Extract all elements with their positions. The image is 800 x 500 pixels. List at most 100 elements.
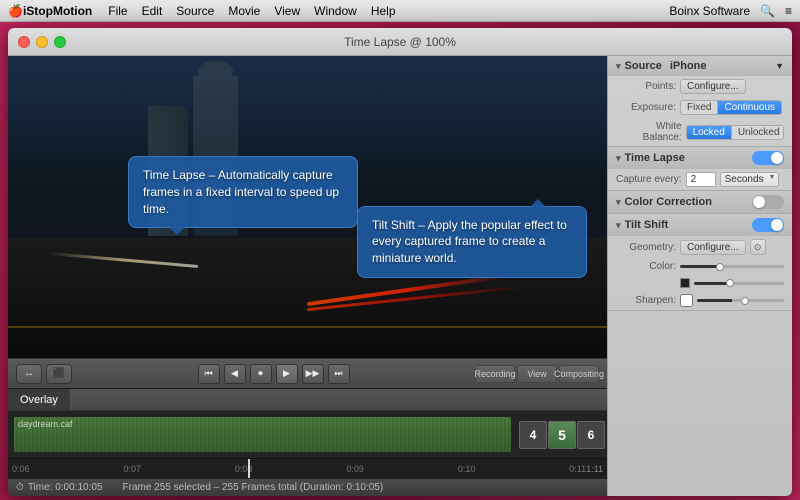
geometry-icon-btn[interactable]: ⊙ xyxy=(750,239,766,255)
playhead[interactable] xyxy=(248,459,250,478)
end-button[interactable]: ⏭ xyxy=(328,364,350,384)
search-icon[interactable]: 🔍 xyxy=(760,4,775,18)
tiltshift-switch[interactable] xyxy=(752,218,784,232)
maximize-button[interactable] xyxy=(54,36,66,48)
points-label: Points: xyxy=(616,81,676,92)
menu-window[interactable]: Window xyxy=(314,4,357,18)
forward-button[interactable]: ▶▶ xyxy=(302,364,324,384)
frame-5[interactable]: 5 xyxy=(548,421,576,449)
timelapse-switch[interactable] xyxy=(752,151,784,165)
view-tab-btn[interactable]: View xyxy=(517,365,557,383)
source-toggle[interactable]: ▾ xyxy=(616,61,621,72)
source-dropdown-icon[interactable]: ▼ xyxy=(775,61,784,71)
color-slider-2-container xyxy=(694,282,784,285)
color-row: Color: xyxy=(608,258,792,275)
menu-view[interactable]: View xyxy=(274,4,300,18)
tiltshift-tooltip: Tilt Shift – Apply the popular effect to… xyxy=(357,206,587,278)
menu-file[interactable]: File xyxy=(108,4,127,18)
capture-unit-dropdown[interactable]: Seconds xyxy=(720,172,779,187)
geometry-label: Geometry: xyxy=(616,242,676,253)
source-label: Source xyxy=(625,60,662,72)
toolbar-left: ↔ ⬛ xyxy=(16,364,72,384)
menu-movie[interactable]: Movie xyxy=(228,4,260,18)
wb-locked-btn[interactable]: Locked xyxy=(687,126,732,139)
video-toolbar: ↔ ⬛ ⏮ ◀ ⏺ ▶ ▶▶ ⏭ Recording View Composit… xyxy=(8,358,607,388)
minimize-button[interactable] xyxy=(36,36,48,48)
menu-right: Boinx Software 🔍 ≡ xyxy=(669,4,792,18)
colorcorrection-label: Color Correction xyxy=(625,196,712,208)
geometry-row: Geometry: Configure... ⊙ xyxy=(608,236,792,258)
whitebalance-row: White Balance: Locked Unlocked xyxy=(608,118,792,146)
road-line xyxy=(8,326,607,328)
timelapse-thumb xyxy=(771,152,783,164)
sharpen-checkbox[interactable] xyxy=(680,294,693,307)
points-row: Points: Configure... xyxy=(608,76,792,97)
close-button[interactable] xyxy=(18,36,30,48)
timelapse-toggle[interactable]: ▾ xyxy=(616,153,621,164)
left-panel: Time Lapse – Automatically capture frame… xyxy=(8,56,607,496)
menu-edit[interactable]: Edit xyxy=(142,4,163,18)
status-frame-info: Frame 255 selected – 255 Frames total (D… xyxy=(123,482,384,493)
title-bar: Time Lapse @ 100% xyxy=(8,28,792,56)
exposure-continuous-btn[interactable]: Continuous xyxy=(718,101,781,114)
capture-every-row: Capture every: Seconds xyxy=(608,169,792,190)
timelapse-header: ▾ Time Lapse xyxy=(608,147,792,169)
back-button[interactable]: ◀ xyxy=(224,364,246,384)
record-button[interactable]: ⏺ xyxy=(250,364,272,384)
color-slider-thumb xyxy=(716,263,724,271)
frame-btn[interactable]: ⬛ xyxy=(46,364,72,384)
configure-geometry-button[interactable]: Configure... xyxy=(680,240,746,255)
capture-value-input[interactable] xyxy=(686,172,716,187)
capture-every-label: Capture every: xyxy=(616,174,682,185)
timeline-tabs: Overlay xyxy=(8,389,607,411)
wb-unlocked-btn[interactable]: Unlocked xyxy=(732,126,784,139)
ruler-mark-4: 0:10 xyxy=(458,464,476,474)
menu-source[interactable]: Source xyxy=(176,4,214,18)
status-bar: ⏱ Time: 0:00:10:05 Frame 255 selected – … xyxy=(8,478,607,496)
overlay-tab[interactable]: Overlay xyxy=(8,389,71,410)
audio-track: daydream.caf xyxy=(14,417,511,452)
sharpen-slider[interactable] xyxy=(697,299,784,302)
compositing-tab-btn[interactable]: Compositing xyxy=(559,365,599,383)
menu-help[interactable]: Help xyxy=(371,4,396,18)
ruler-mark-1: 0:07 xyxy=(123,464,141,474)
menu-icon[interactable]: ≡ xyxy=(785,4,792,18)
frame-6[interactable]: 6 xyxy=(577,421,605,449)
source-device-label: iPhone xyxy=(670,60,707,72)
ruler-mark-3: 0:09 xyxy=(346,464,364,474)
track-label: daydream.caf xyxy=(18,419,73,429)
colorcorrection-thumb xyxy=(753,196,765,208)
apple-menu[interactable]: 🍎 xyxy=(8,4,23,18)
scroll-btn[interactable]: ↔ xyxy=(16,364,42,384)
exposure-segcontrol: Fixed Continuous xyxy=(680,100,782,115)
color-slider-2[interactable] xyxy=(694,282,784,285)
swatch-dark[interactable] xyxy=(680,278,690,288)
frame-4[interactable]: 4 xyxy=(519,421,547,449)
colorcorrection-section: ▾ Color Correction xyxy=(608,191,792,214)
colorcorrection-toggle[interactable]: ▾ xyxy=(616,197,621,208)
play-button[interactable]: ▶ xyxy=(276,364,298,384)
toolbar-center: ⏮ ◀ ⏺ ▶ ▶▶ ⏭ xyxy=(198,364,350,384)
exposure-fixed-btn[interactable]: Fixed xyxy=(681,101,718,114)
configure-points-button[interactable]: Configure... xyxy=(680,79,746,94)
tiltshift-thumb xyxy=(771,219,783,231)
tiltshift-toggle[interactable]: ▾ xyxy=(616,220,621,231)
menu-items: File Edit Source Movie View Window Help xyxy=(108,4,669,18)
rewind-button[interactable]: ⏮ xyxy=(198,364,220,384)
timeline-ruler: 0:06 0:07 0:08 0:09 0:10 0:11 1:11 xyxy=(8,458,607,478)
color-slider-container xyxy=(680,265,784,268)
recording-tab-btn[interactable]: Recording xyxy=(475,365,515,383)
status-time: Time: 0:00:10:05 xyxy=(28,482,103,493)
ruler-mark-2: 0:08 xyxy=(235,464,253,474)
content-area: Time Lapse – Automatically capture frame… xyxy=(8,56,792,496)
color-label: Color: xyxy=(616,261,676,272)
sharpen-row: Sharpen: xyxy=(608,291,792,310)
status-icon: ⏱ xyxy=(16,482,24,493)
menu-bar: 🍎 iStopMotion File Edit Source Movie Vie… xyxy=(0,0,800,22)
ruler-mark-5: 0:11 xyxy=(569,464,586,474)
colorcorrection-switch[interactable] xyxy=(752,195,784,209)
wb-label: White Balance: xyxy=(616,121,682,143)
exposure-label: Exposure: xyxy=(616,102,676,113)
color-slider[interactable] xyxy=(680,265,784,268)
app-name: iStopMotion xyxy=(23,4,92,18)
